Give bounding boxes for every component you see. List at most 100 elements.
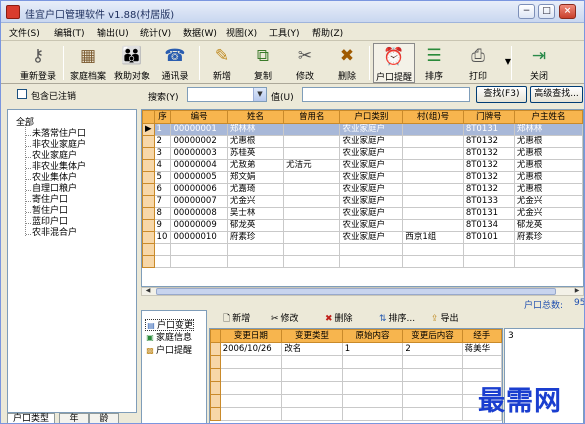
print-button[interactable]: ⎙ 打印 — [461, 43, 495, 83]
column-header[interactable]: 户口类别 — [339, 110, 404, 124]
change-row[interactable] — [210, 355, 502, 369]
column-header[interactable]: 经手 — [461, 329, 502, 343]
close-button[interactable]: × — [559, 4, 576, 19]
tree-item-all[interactable]: 全部 — [16, 118, 34, 129]
column-header[interactable]: 序 — [153, 110, 172, 124]
find-button[interactable]: 查找(F3) — [476, 86, 527, 103]
tree-item[interactable]: 农业集体户 — [32, 173, 77, 184]
address-book-button[interactable]: ☎ 通讯录 — [155, 43, 195, 83]
include-cancelled-checkbox[interactable] — [17, 89, 27, 99]
row-indicator[interactable] — [210, 368, 221, 382]
column-header[interactable]: 变更日期 — [219, 329, 283, 343]
edit-button[interactable]: ✂ 修改 — [287, 43, 323, 83]
column-header[interactable]: 户主姓名 — [513, 110, 583, 124]
change-delete-button[interactable]: ✖ 删除 — [325, 312, 353, 326]
change-export-button[interactable]: ⇪ 导出 — [431, 312, 459, 326]
search-field-select[interactable]: ▼ — [187, 87, 267, 102]
table-row[interactable] — [142, 255, 583, 268]
copy-button[interactable]: ⧉ 复制 — [245, 43, 281, 83]
tree-item[interactable]: 非农业集体户 — [32, 162, 86, 173]
table-row[interactable]: 2 00000002 尤惠根 农业家庭户 8T0132 尤惠根 — [142, 135, 583, 148]
change-row[interactable]: 2006/10/26 改名 1 2 蒋美华 — [210, 342, 502, 356]
table-row[interactable]: 10 00000010 府素珍 农业家庭户 西京1组 8T0101 府素珍 — [142, 231, 583, 244]
column-header[interactable]: 变更类型 — [281, 329, 343, 343]
maximize-button[interactable]: □ — [538, 4, 555, 19]
menu-data[interactable]: 数据(W) — [183, 26, 217, 39]
table-row[interactable] — [142, 243, 583, 256]
menu-tools[interactable]: 工具(Y) — [269, 26, 300, 39]
table-row[interactable]: 6 00000006 尤嘉琦 农业家庭户 8T0132 尤惠根 — [142, 183, 583, 196]
change-row[interactable] — [210, 368, 502, 382]
tree-item[interactable]: 未落常住户口 — [32, 129, 86, 140]
tree-item[interactable]: 寄住户口 — [32, 195, 68, 206]
row-indicator[interactable] — [142, 147, 155, 160]
minimize-button[interactable]: − — [518, 4, 535, 19]
grid-horizontal-scrollbar[interactable]: ◀ ▶ — [141, 287, 584, 296]
row-indicator[interactable] — [142, 207, 155, 220]
menu-edit[interactable]: 编辑(T) — [54, 26, 85, 39]
row-indicator[interactable] — [142, 243, 155, 256]
row-indicator[interactable] — [142, 171, 155, 184]
scroll-left-icon[interactable]: ◀ — [143, 287, 153, 295]
change-row[interactable] — [210, 407, 502, 421]
change-sort-button[interactable]: ⇅ 排序... — [379, 312, 415, 326]
tree-item[interactable]: 蓝印户口 — [32, 217, 68, 228]
tree-item[interactable]: 自理口粮户 — [32, 184, 77, 195]
change-row[interactable] — [210, 381, 502, 395]
table-row[interactable]: 8 00000008 吴士林 农业家庭户 8T0131 尤金兴 — [142, 207, 583, 220]
table-row[interactable]: 3 00000003 苏桂英 农业家庭户 8T0132 尤惠根 — [142, 147, 583, 160]
menu-help[interactable]: 帮助(Z) — [312, 26, 343, 39]
delete-button[interactable]: ✖ 删除 — [329, 43, 365, 83]
row-indicator[interactable] — [210, 381, 221, 395]
row-indicator[interactable] — [142, 135, 155, 148]
nav-household-change[interactable]: ▤ 户口变更 — [145, 319, 195, 331]
table-row[interactable]: 7 00000007 尤金兴 农业家庭户 8T0133 尤金兴 — [142, 195, 583, 208]
column-header[interactable]: 曾用名 — [283, 110, 341, 124]
tab-age[interactable]: 龄 — [89, 413, 119, 423]
exit-button[interactable]: ⇥ 关闭 — [521, 43, 557, 83]
row-indicator[interactable] — [210, 355, 221, 369]
relief-target-button[interactable]: 👪 救助对象 — [111, 43, 153, 83]
table-row[interactable]: ▶ 1 00000001 郑林林 农业家庭户 8T0131 郑林林 — [142, 123, 583, 136]
nav-household-reminder[interactable]: ▩ 户口提醒 — [145, 345, 192, 357]
menu-view[interactable]: 视图(X) — [226, 26, 257, 39]
row-indicator[interactable] — [142, 159, 155, 172]
menu-output[interactable]: 输出(U) — [97, 26, 129, 39]
table-row[interactable]: 5 00000005 郑文娟 农业家庭户 8T0132 尤惠根 — [142, 171, 583, 184]
row-indicator[interactable] — [210, 394, 221, 408]
advanced-find-button[interactable]: 高级查找... — [530, 86, 583, 103]
row-indicator[interactable] — [142, 183, 155, 196]
household-grid[interactable]: 序 编号 姓名 曾用名 户口类别 村(组)号 门牌号 户主姓名 ▶ 1 000000… — [141, 109, 584, 287]
family-record-button[interactable]: ▦ 家庭档案 — [67, 43, 109, 83]
table-row[interactable]: 4 00000004 尤敖弟 尤洁元 农业家庭户 8T0132 尤惠根 — [142, 159, 583, 172]
column-header[interactable]: 原始内容 — [341, 329, 404, 343]
sort-button[interactable]: ☰ 排序 — [419, 43, 449, 83]
tree-item[interactable]: 非农业家庭户 — [32, 140, 86, 151]
column-header[interactable]: 姓名 — [226, 110, 285, 124]
scrollbar-thumb[interactable] — [156, 288, 556, 295]
column-header[interactable]: 村(组)号 — [402, 110, 464, 124]
scroll-right-icon[interactable]: ▶ — [572, 287, 582, 295]
row-indicator[interactable] — [142, 195, 155, 208]
change-edit-button[interactable]: ✂ 修改 — [271, 312, 299, 326]
row-indicator[interactable] — [210, 407, 221, 421]
change-new-button[interactable]: 🗋 新增 — [223, 312, 250, 326]
table-row[interactable]: 9 00000009 郁龙英 农业家庭户 8T0134 郁龙英 — [142, 219, 583, 232]
row-indicator[interactable] — [142, 219, 155, 232]
change-row[interactable] — [210, 394, 502, 408]
column-header[interactable]: 门牌号 — [462, 110, 515, 124]
row-indicator[interactable] — [142, 231, 155, 244]
row-indicator[interactable] — [142, 255, 155, 268]
menu-file[interactable]: 文件(S) — [9, 26, 40, 39]
menu-statistics[interactable]: 统计(V) — [140, 26, 171, 39]
tree-item[interactable]: 农业家庭户 — [32, 151, 77, 162]
reminder-button[interactable]: ⏰ 户口提醒 — [373, 43, 415, 83]
column-header[interactable]: 变更后内容 — [402, 329, 463, 343]
relogin-button[interactable]: ⚷ 重新登录 — [17, 43, 59, 83]
change-log-grid[interactable]: 变更日期 变更类型 原始内容 变更后内容 经手 2006/10/26 改名 1 2 蒋美… — [209, 328, 503, 423]
row-indicator[interactable] — [210, 342, 221, 356]
row-indicator[interactable]: ▶ — [142, 123, 155, 136]
tab-household-type[interactable]: 户口类型 — [7, 413, 55, 423]
tree-item[interactable]: 农非混合户 — [32, 228, 77, 239]
tab-year[interactable]: 年 — [59, 413, 89, 423]
